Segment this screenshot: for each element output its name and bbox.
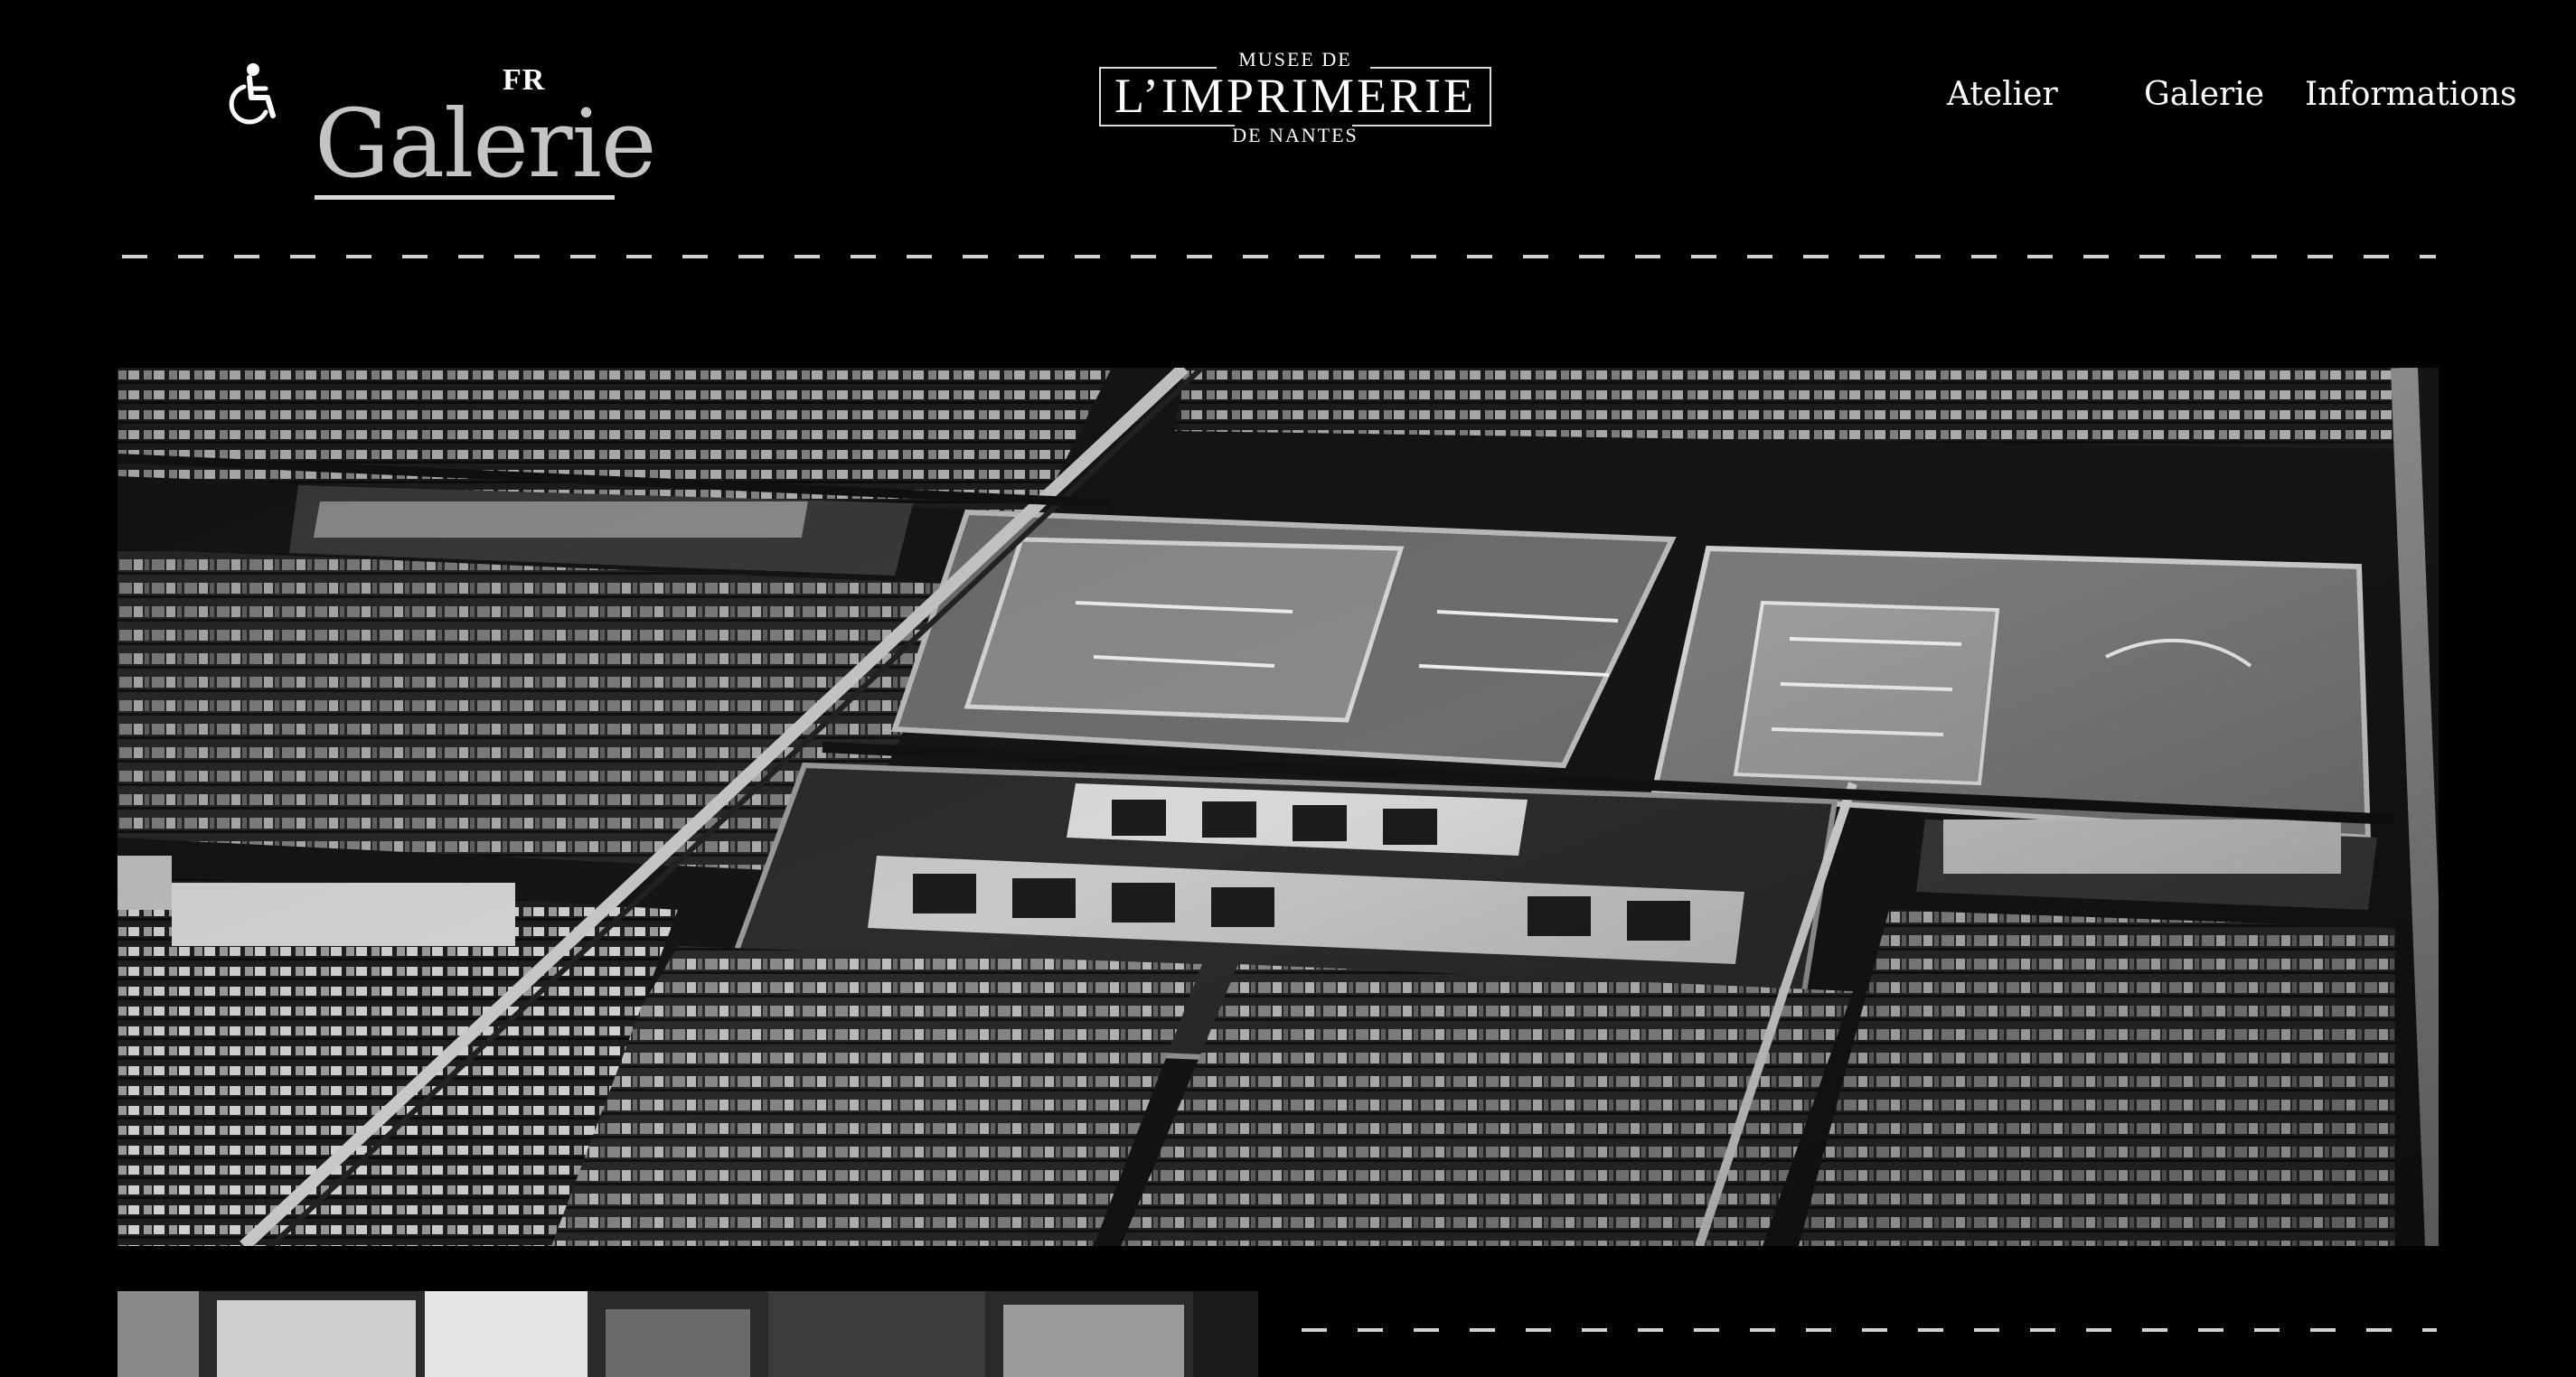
gallery-thumbnail-image[interactable]	[118, 1291, 1258, 1377]
main-nav: Atelier Galerie Informations	[0, 76, 2576, 121]
page-title-underline	[315, 195, 615, 200]
header-dashed-divider	[122, 255, 2436, 258]
section-dashed-divider	[1302, 1328, 2437, 1332]
logo-top-line: MUSEE DE	[1238, 48, 1352, 70]
logo-bottom-line: DE NANTES	[1232, 124, 1359, 146]
page: FR Galerie MUSEE DE L’IMPRIMERIE DE NANT…	[0, 0, 2576, 1377]
nav-item-informations[interactable]: Informations	[2305, 76, 2517, 113]
nav-item-atelier[interactable]: Atelier	[1947, 76, 2058, 113]
hero-gallery-image[interactable]	[118, 368, 2439, 1246]
nav-item-galerie[interactable]: Galerie	[2144, 76, 2264, 113]
